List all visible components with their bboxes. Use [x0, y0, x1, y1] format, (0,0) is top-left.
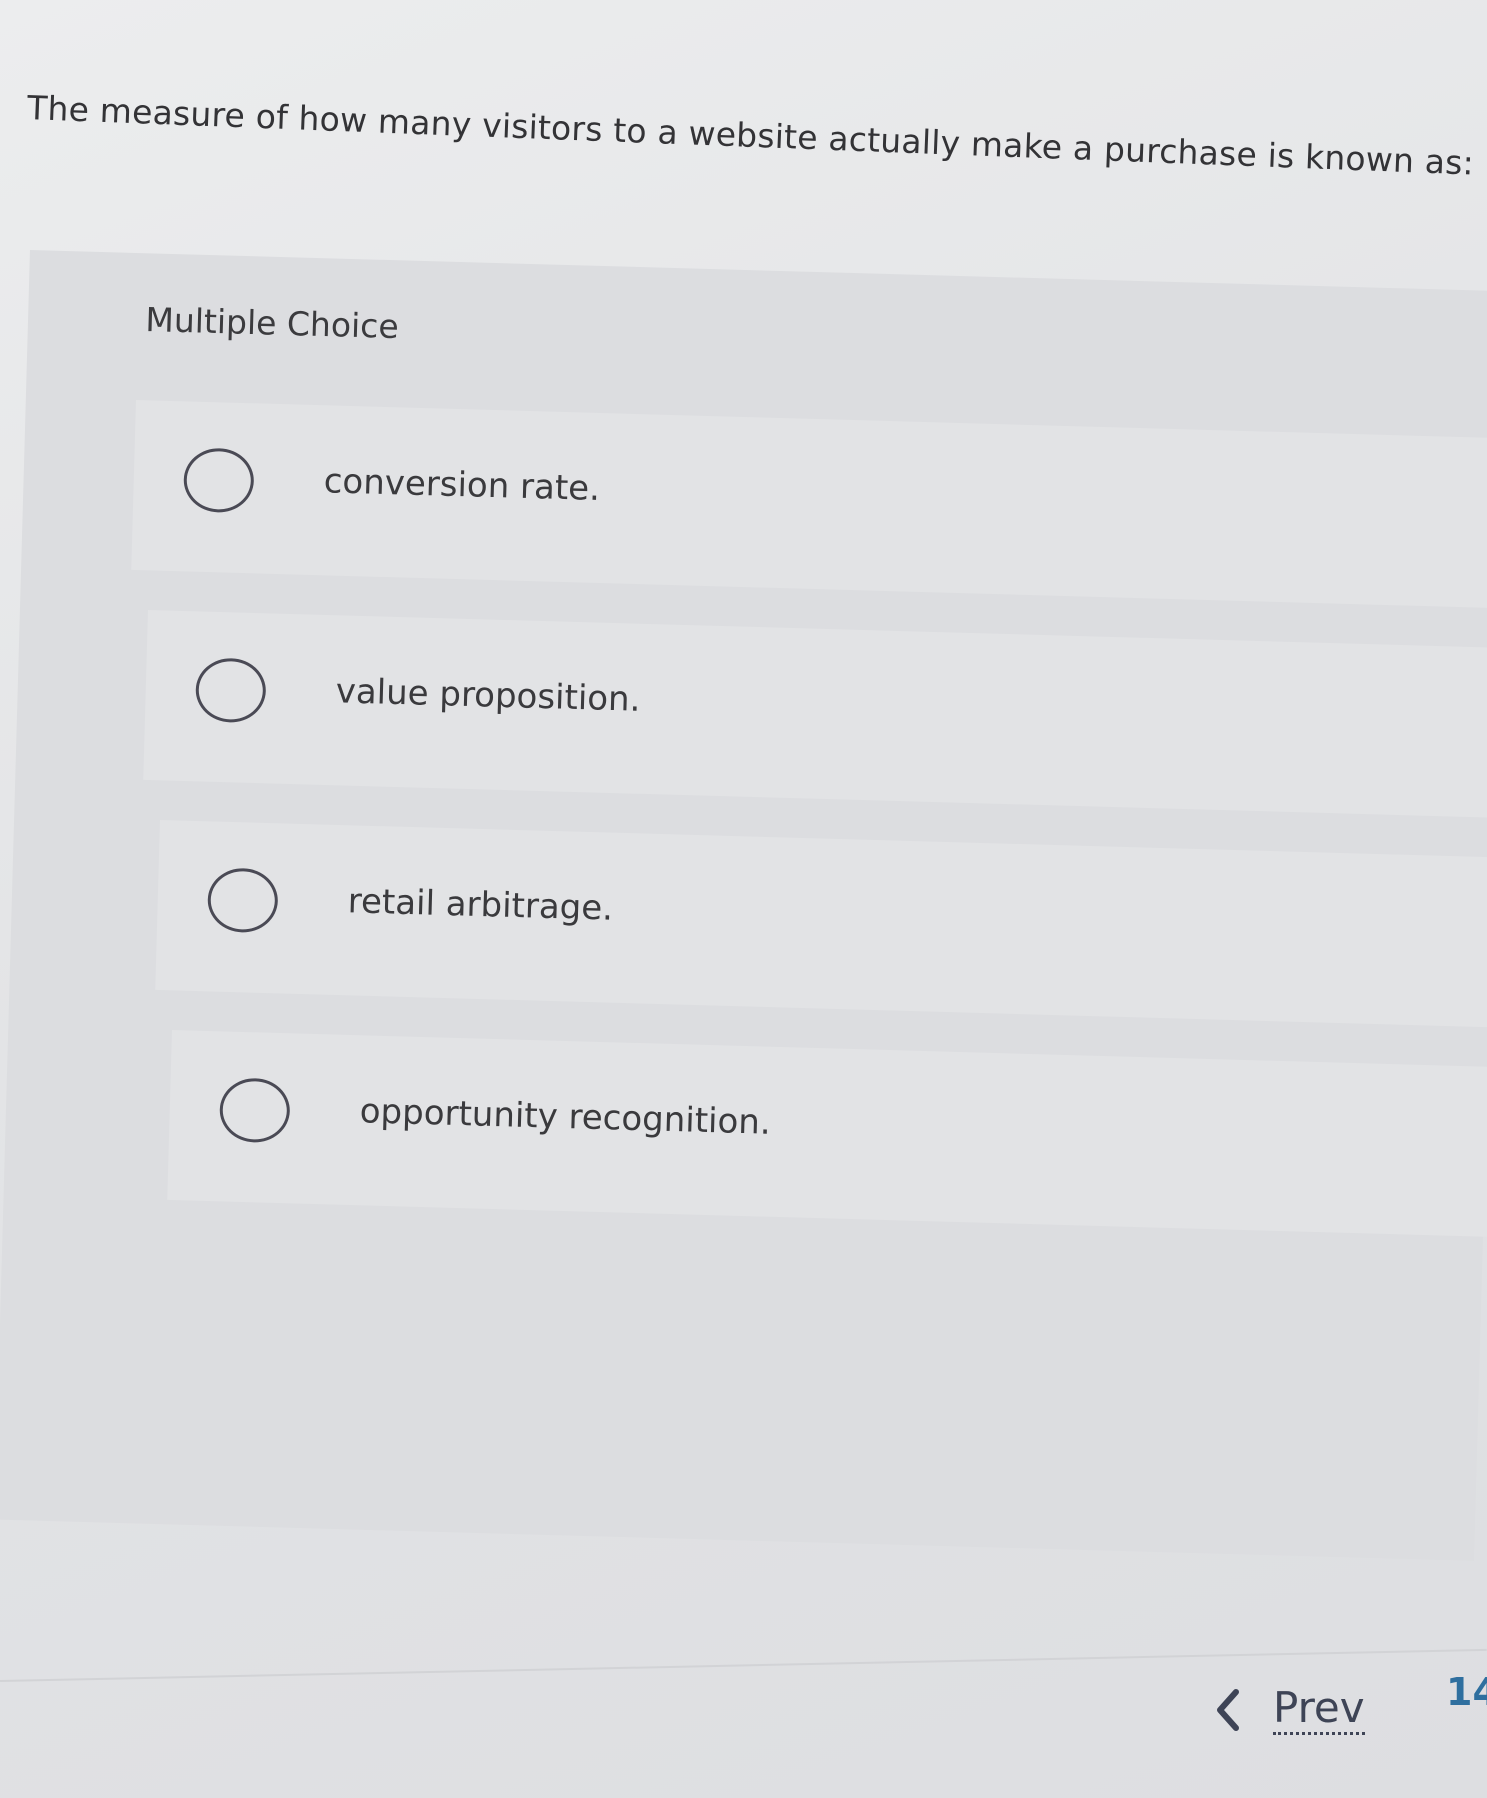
chevron-left-icon [1205, 1688, 1249, 1732]
option-label: retail arbitrage. [347, 881, 614, 929]
option-label: opportunity recognition. [359, 1091, 772, 1143]
prev-button[interactable]: Prev [1205, 1680, 1365, 1740]
multiple-choice-label: Multiple Choice [144, 300, 400, 347]
page-number: 14 [1446, 1670, 1487, 1714]
radio-button[interactable] [194, 657, 267, 724]
option-label: conversion rate. [323, 461, 601, 509]
radio-button[interactable] [218, 1077, 291, 1144]
option-label: value proposition. [335, 671, 642, 720]
radio-button[interactable] [182, 447, 255, 514]
radio-button[interactable] [206, 867, 279, 934]
prev-label: Prev [1273, 1685, 1365, 1735]
